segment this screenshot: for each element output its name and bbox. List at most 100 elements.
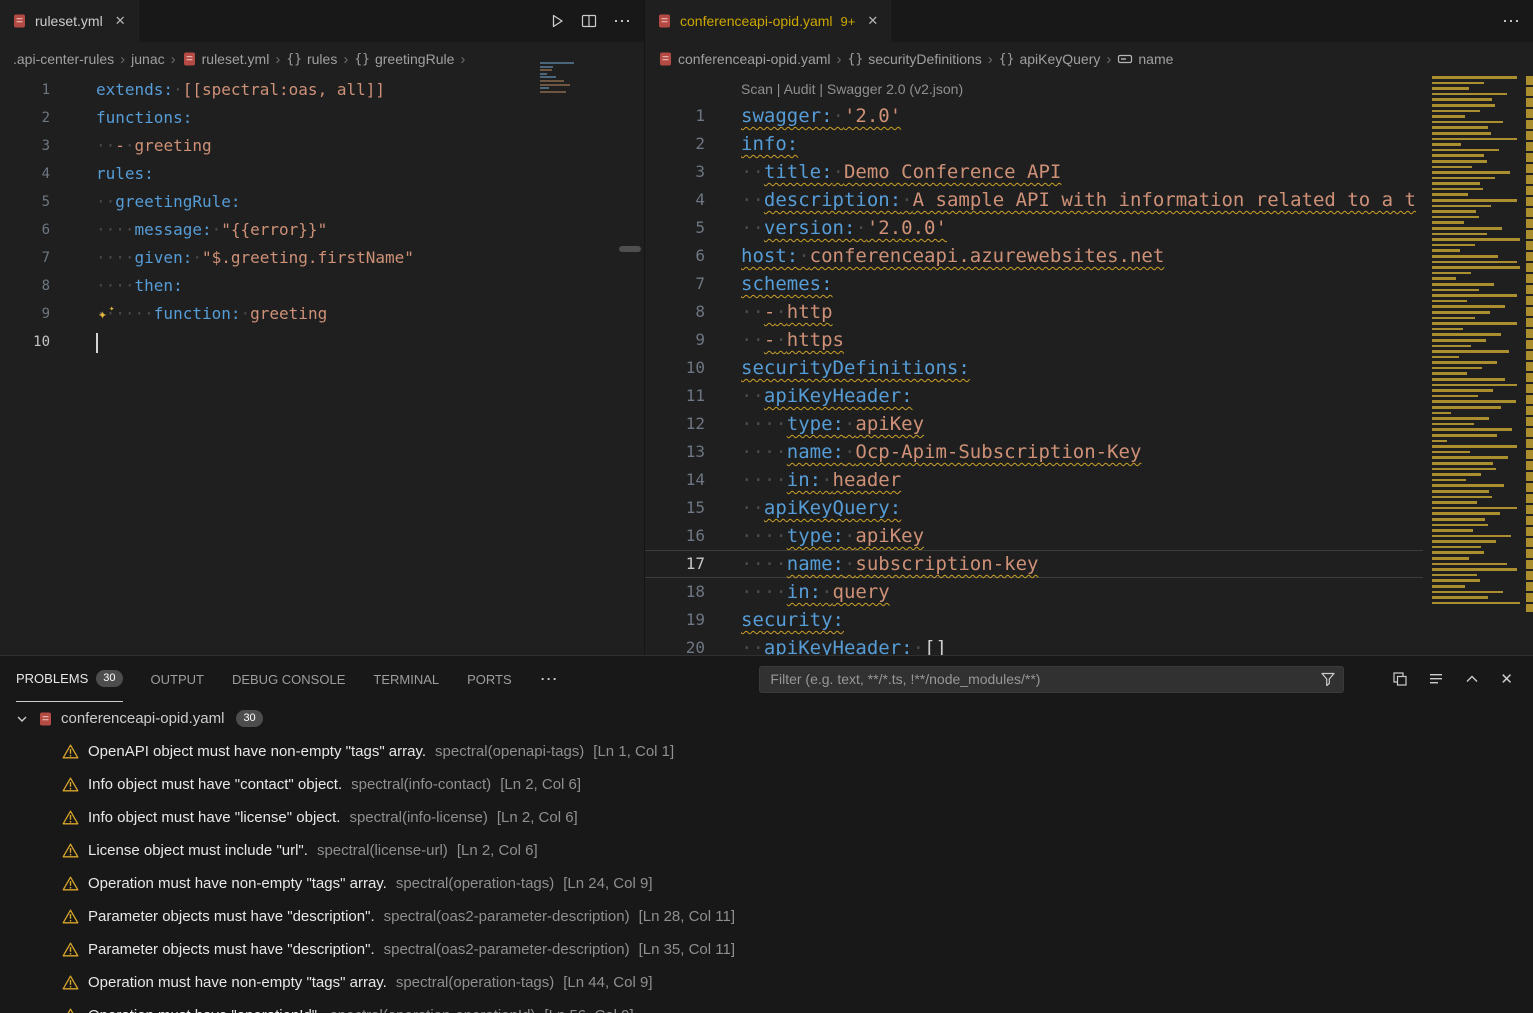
- code-line[interactable]: 10securityDefinitions:: [645, 354, 1423, 382]
- problem-row[interactable]: Info object must have "contact" object.s…: [0, 768, 1533, 801]
- left-editor[interactable]: 1extends:·[[spectral:oas, all]]2function…: [0, 76, 645, 655]
- panel-tab-debug-console[interactable]: DEBUG CONSOLE: [232, 656, 345, 702]
- close-icon[interactable]: ✕: [115, 13, 126, 29]
- breadcrumb-item[interactable]: {}securityDefinitions: [848, 51, 982, 67]
- code-token: securityDefinitions:: [741, 357, 970, 379]
- panel-tab-ports[interactable]: PORTS: [467, 656, 512, 702]
- problem-row[interactable]: OpenAPI object must have non-empty "tags…: [0, 735, 1533, 768]
- minimap-line: [1432, 529, 1473, 532]
- maximize-panel-icon[interactable]: [1464, 671, 1480, 687]
- code-text: security:: [705, 606, 844, 634]
- left-minimap[interactable]: [540, 62, 602, 94]
- panel-tab-output[interactable]: OUTPUT: [151, 656, 204, 702]
- code-line[interactable]: 15··apiKeyQuery:: [645, 494, 1423, 522]
- minimap-line: [1432, 272, 1471, 275]
- symbol-object-icon: {}: [286, 52, 302, 67]
- breadcrumb-item[interactable]: .api-center-rules: [13, 51, 114, 67]
- code-line[interactable]: 7····given:·"$.greeting.firstName": [0, 244, 645, 272]
- panel-tab-terminal[interactable]: TERMINAL: [373, 656, 439, 702]
- close-icon[interactable]: ✕: [867, 13, 878, 29]
- code-token: header: [833, 469, 902, 491]
- minimap[interactable]: [1432, 76, 1522, 655]
- breadcrumb-item[interactable]: {}greetingRule: [354, 51, 454, 67]
- chevron-down-icon: [14, 711, 30, 727]
- code-line[interactable]: 2functions:: [0, 104, 645, 132]
- breadcrumb-item[interactable]: {}apiKeyQuery: [999, 51, 1101, 67]
- problems-filter-input[interactable]: [759, 666, 1344, 693]
- code-token: ·: [844, 413, 855, 435]
- codelens-link[interactable]: Scan: [741, 81, 773, 97]
- tab-conferenceapi-opid-yaml[interactable]: conferenceapi-opid.yaml 9+ ✕: [645, 0, 891, 42]
- code-line[interactable]: 20··apiKeyHeader:·[]: [645, 634, 1423, 655]
- code-line[interactable]: 3··title:·Demo Conference API: [645, 158, 1423, 186]
- code-line[interactable]: 11··apiKeyHeader:: [645, 382, 1423, 410]
- panel-tab-problems[interactable]: PROBLEMS30: [16, 656, 123, 702]
- view-as-table-icon[interactable]: [1392, 671, 1408, 687]
- problem-row[interactable]: Info object must have "license" object.s…: [0, 801, 1533, 834]
- problem-row[interactable]: Parameter objects must have "description…: [0, 900, 1533, 933]
- tab-ruleset-yml[interactable]: ruleset.yml ✕: [0, 0, 139, 42]
- code-line[interactable]: 7schemes:: [645, 270, 1423, 298]
- problem-row[interactable]: Operation must have "operationId".spectr…: [0, 999, 1533, 1013]
- code-token: ··: [741, 385, 764, 407]
- code-line[interactable]: 13····name:·Ocp-Apim-Subscription-Key: [645, 438, 1423, 466]
- code-line[interactable]: 18····in:·query: [645, 578, 1423, 606]
- code-token: apiKeyQuery:: [764, 497, 901, 519]
- minimap-line: [1432, 456, 1508, 459]
- code-line[interactable]: 8··-·http: [645, 298, 1423, 326]
- panel-tab-bar: PROBLEMS30 OUTPUT DEBUG CONSOLE TERMINAL POR…: [0, 656, 1533, 702]
- codelens-link[interactable]: Audit: [784, 81, 816, 97]
- code-token: ·: [821, 581, 832, 603]
- split-editor-icon[interactable]: [581, 13, 597, 29]
- breadcrumb-item[interactable]: {}rules: [286, 51, 337, 67]
- code-line[interactable]: 17····name:·subscription-key: [645, 550, 1423, 578]
- code-line[interactable]: 8····then:: [0, 272, 645, 300]
- more-actions-icon[interactable]: ⋯: [613, 11, 632, 32]
- minimap-line: [1432, 574, 1477, 577]
- code-text: ··title:·Demo Conference API: [705, 158, 1061, 186]
- close-panel-icon[interactable]: ✕: [1500, 670, 1513, 688]
- run-icon[interactable]: [549, 13, 565, 29]
- code-line[interactable]: 6host:·conferenceapi.azurewebsites.net: [645, 242, 1423, 270]
- code-line[interactable]: 9··-·https: [645, 326, 1423, 354]
- code-line[interactable]: 2info:: [645, 130, 1423, 158]
- problem-row[interactable]: Operation must have non-empty "tags" arr…: [0, 966, 1533, 999]
- breadcrumb-item[interactable]: ruleset.yml: [182, 51, 270, 67]
- breadcrumb-item[interactable]: conferenceapi-opid.yaml: [658, 51, 831, 67]
- code-line[interactable]: 6····message:·"{{error}}": [0, 216, 645, 244]
- code-line[interactable]: 1swagger:·'2.0': [645, 102, 1423, 130]
- code-line[interactable]: 16····type:·apiKey: [645, 522, 1423, 550]
- minimap-line: [1432, 132, 1491, 135]
- code-line[interactable]: 9✦✦······function:·greeting: [0, 300, 645, 328]
- problem-location: [Ln 2, Col 6]: [500, 776, 581, 793]
- breadcrumb-item[interactable]: junac: [131, 51, 164, 67]
- collapse-all-icon[interactable]: [1428, 671, 1444, 687]
- code-line[interactable]: 5··greetingRule:: [0, 188, 645, 216]
- copilot-sparkle-icon[interactable]: ✦✦: [98, 300, 107, 328]
- codelens-link[interactable]: Swagger 2.0 (v2.json): [827, 81, 963, 97]
- more-actions-icon[interactable]: ⋯: [1502, 11, 1521, 32]
- code-line[interactable]: 19security:: [645, 606, 1423, 634]
- scrollbar-thumb[interactable]: [619, 246, 641, 252]
- code-line[interactable]: 12····type:·apiKey: [645, 410, 1423, 438]
- code-line[interactable]: 5··version:·'2.0.0': [645, 214, 1423, 242]
- problem-row[interactable]: Parameter objects must have "description…: [0, 933, 1533, 966]
- panel-more-icon[interactable]: ⋯: [540, 669, 558, 690]
- code-token: ·: [775, 329, 786, 351]
- minimap-line: [1432, 361, 1497, 364]
- code-line[interactable]: 14····in:·header: [645, 466, 1423, 494]
- minimap-line: [540, 91, 566, 93]
- yaml-file-icon: [38, 711, 53, 727]
- problem-row[interactable]: License object must include "url".spectr…: [0, 834, 1533, 867]
- code-line[interactable]: 4rules:: [0, 160, 645, 188]
- filter-funnel-icon[interactable]: [1320, 671, 1336, 687]
- problems-file-group[interactable]: conferenceapi-opid.yaml 30: [0, 702, 1533, 735]
- code-line[interactable]: 3··-·greeting: [0, 132, 645, 160]
- minimap-line: [540, 84, 570, 86]
- code-line[interactable]: 10: [0, 328, 645, 356]
- right-editor[interactable]: Scan | Audit | Swagger 2.0 (v2.json) 1sw…: [645, 76, 1423, 655]
- code-line[interactable]: 4··description:·A sample API with inform…: [645, 186, 1423, 214]
- code-text: securityDefinitions:: [705, 354, 970, 382]
- breadcrumb-item[interactable]: name: [1117, 51, 1173, 67]
- problem-row[interactable]: Operation must have non-empty "tags" arr…: [0, 867, 1533, 900]
